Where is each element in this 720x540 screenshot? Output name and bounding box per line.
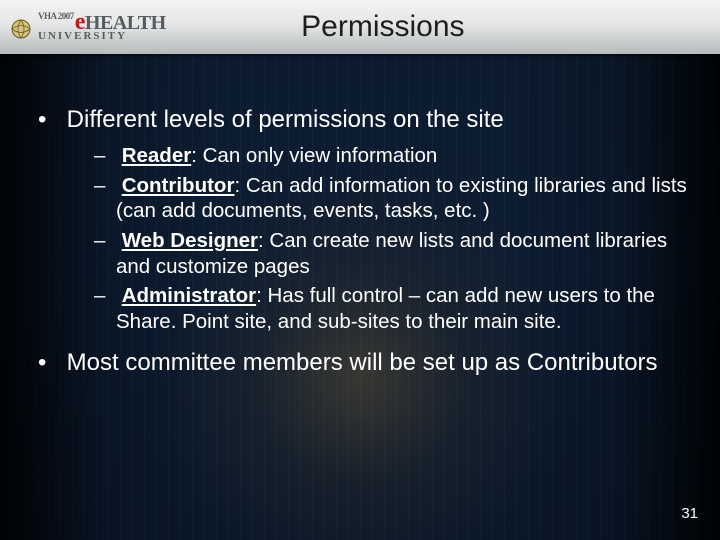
logo-subtitle: UNIVERSITY xyxy=(38,32,166,42)
bullet-1-text: Different levels of permissions on the s… xyxy=(67,106,504,133)
role-text-reader: : Can only view information xyxy=(191,144,437,167)
sub-bullet-webdesigner: Web Designer: Can create new lists and d… xyxy=(94,228,688,279)
ehealth-logo: VHA 2007eHEALTH UNIVERSITY xyxy=(0,12,166,42)
sub-bullet-contributor: Contributor: Can add information to exis… xyxy=(94,173,688,224)
globe-icon xyxy=(10,12,32,42)
role-label-administrator: Administrator xyxy=(122,284,256,307)
sub-bullet-reader: Reader: Can only view information xyxy=(94,143,688,169)
role-label-webdesigner: Web Designer xyxy=(122,229,258,252)
logo-tag: VHA 2007 xyxy=(38,11,74,21)
bullet-1: Different levels of permissions on the s… xyxy=(32,105,688,334)
page-number: 31 xyxy=(681,505,698,522)
role-label-contributor: Contributor xyxy=(122,174,235,197)
title-bar: VHA 2007eHEALTH UNIVERSITY Permissions xyxy=(0,0,720,54)
slide-title: Permissions xyxy=(166,10,720,44)
role-label-reader: Reader xyxy=(122,144,192,167)
bullet-2: Most committee members will be set up as… xyxy=(32,348,688,378)
slide: VHA 2007eHEALTH UNIVERSITY Permissions D… xyxy=(0,0,720,540)
bullet-2-text: Most committee members will be set up as… xyxy=(67,349,658,376)
logo-text: VHA 2007eHEALTH UNIVERSITY xyxy=(38,12,166,41)
sub-bullet-administrator: Administrator: Has full control – can ad… xyxy=(94,283,688,334)
slide-content: Different levels of permissions on the s… xyxy=(32,105,688,392)
